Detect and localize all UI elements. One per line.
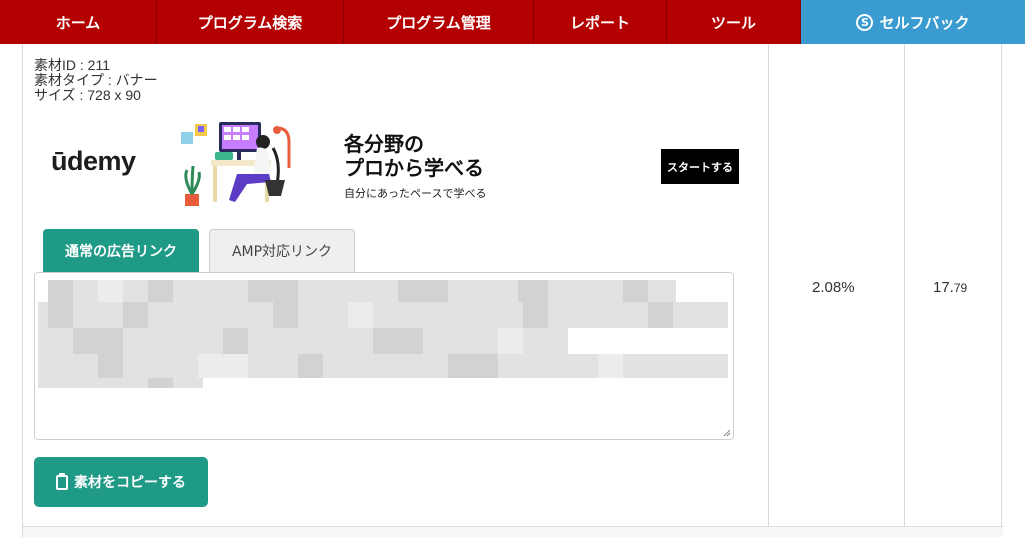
nav-home-label: ホーム — [55, 13, 101, 32]
resize-grip-icon[interactable] — [723, 429, 731, 437]
reward-value-decimal: 79 — [953, 281, 968, 295]
blurred-code-mosaic — [38, 280, 728, 388]
column-divider — [904, 44, 905, 537]
nav-tools[interactable]: ツール — [667, 0, 801, 44]
banner-headline-line-1: 各分野の — [344, 132, 424, 156]
nav-report-label: レポート — [569, 13, 630, 32]
selfback-icon: S — [856, 13, 874, 31]
material-size: サイズ : 728 x 90 — [34, 87, 141, 103]
nav-program-management-label: プログラム管理 — [386, 13, 491, 32]
reward-value-main: 17. — [933, 279, 954, 296]
banner-headline: 各分野の プロから学べる — [344, 132, 484, 180]
nav-home[interactable]: ホーム — [0, 0, 157, 44]
clipboard-icon — [56, 472, 68, 490]
nav-tools-label: ツール — [710, 13, 756, 32]
nav-report[interactable]: レポート — [534, 0, 667, 44]
nav-selfback[interactable]: S セルフバック — [801, 0, 1025, 44]
udemy-logo: ūdemy — [51, 146, 136, 176]
next-row-strip — [23, 527, 1003, 537]
nav-selfback-label: セルフバック — [879, 13, 970, 32]
nav-program-management[interactable]: プログラム管理 — [344, 0, 534, 44]
person-at-desk-illustration — [181, 122, 291, 206]
material-table-row: 素材ID : 211 素材タイプ : バナー サイズ : 728 x 90 ūd… — [22, 44, 1003, 537]
tab-amp-link[interactable]: AMP対応リンク — [209, 229, 355, 272]
column-divider — [768, 44, 769, 537]
tab-normal-ad-link[interactable]: 通常の広告リンク — [43, 229, 199, 272]
banner-headline-line-2: プロから学べる — [344, 156, 484, 180]
top-navigation: ホーム プログラム検索 プログラム管理 レポート ツール S セルフバック — [0, 0, 1025, 44]
material-type: 素材タイプ : バナー — [34, 72, 158, 88]
material-info: 素材ID : 211 素材タイプ : バナー サイズ : 728 x 90 — [34, 58, 158, 103]
copy-material-button[interactable]: 素材をコピーする — [34, 457, 208, 507]
nav-program-search[interactable]: プログラム検索 — [157, 0, 344, 44]
material-id: 素材ID : 211 — [34, 57, 110, 73]
reward-value: 17.79 — [933, 279, 967, 296]
nav-program-search-label: プログラム検索 — [197, 13, 303, 32]
banner-subline: 自分にあったペースで学べる — [344, 187, 487, 200]
ad-code-textarea[interactable] — [34, 272, 734, 440]
conversion-rate: 2.08% — [812, 279, 855, 296]
banner-preview: ūdemy 各分野の プロから学べる 自分にあったペースで学べる スタートする — [35, 114, 753, 210]
banner-start-button[interactable]: スタートする — [661, 149, 739, 184]
copy-material-label: 素材をコピーする — [74, 475, 186, 491]
